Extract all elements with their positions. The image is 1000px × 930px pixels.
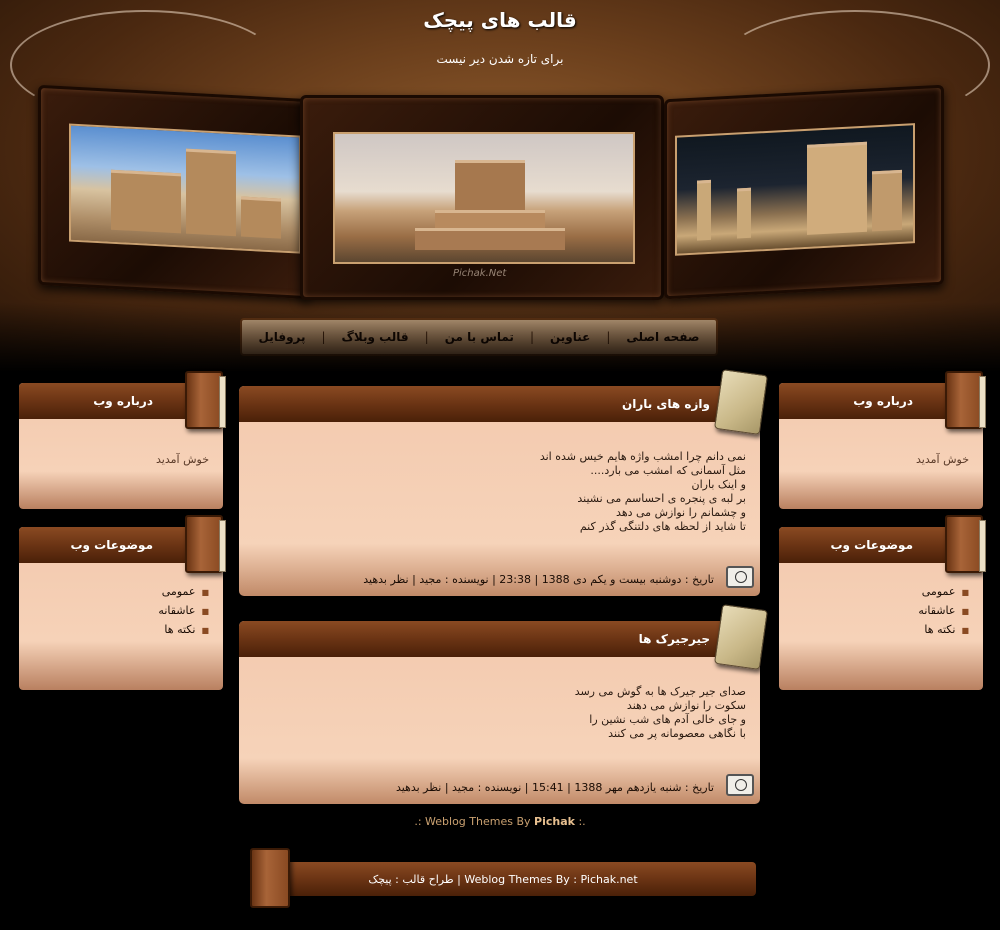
credit-link[interactable]: Pichak — [534, 815, 575, 828]
photo-persepolis — [675, 123, 915, 256]
book-icon — [250, 848, 290, 908]
nav-titles[interactable]: عناوین — [534, 330, 606, 344]
post-content: صدای جیر جیرک ها به گوش می رسد سکوت را ن… — [574, 685, 746, 740]
nav-contact[interactable]: تماس با من — [429, 330, 530, 344]
post-meta: تاریخ : دوشنبه بیست و یکم دی 1388 | 23:3… — [239, 566, 760, 592]
photo-tomb — [333, 132, 635, 264]
right-topics-list: عمومی عاشقانه نکته ها — [779, 563, 983, 664]
book-icon — [185, 515, 226, 573]
site-title[interactable]: قالب های پیچک — [0, 8, 1000, 32]
post-meta: تاریخ : شنبه یازدهم مهر 1388 | 15:41 | ن… — [239, 774, 760, 800]
post-meta-text[interactable]: تاریخ : دوشنبه بیست و یکم دی 1388 | 23:3… — [363, 573, 714, 586]
scroll-icon — [714, 604, 768, 670]
topic-link[interactable]: عاشقانه — [793, 604, 969, 617]
nav-profile[interactable]: پروفایل — [242, 330, 321, 344]
clock-icon — [726, 566, 754, 588]
footer-bar: طراح قالب : پیچک | Weblog Themes By : Pi… — [250, 862, 756, 896]
post-meta-text[interactable]: تاریخ : شنبه یازدهم مهر 1388 | 15:41 | ن… — [396, 781, 714, 794]
topic-link[interactable]: نکته ها — [33, 623, 209, 636]
clock-icon — [726, 774, 754, 796]
book-icon — [945, 371, 986, 429]
right-topics-box: موضوعات وب عمومی عاشقانه نکته ها — [779, 515, 986, 690]
book-icon — [945, 515, 986, 573]
nav-home[interactable]: صفحه اصلی — [610, 330, 715, 344]
topic-link[interactable]: عمومی — [793, 585, 969, 598]
theme-credit: .: Weblog Themes By Pichak :. — [414, 815, 586, 828]
scroll-icon — [714, 369, 768, 435]
topic-link[interactable]: عمومی — [33, 585, 209, 598]
post-title[interactable]: وازه های باران — [239, 386, 760, 422]
post-content: نمی دانم چرا امشب واژه هایم خیس شده اند … — [539, 450, 746, 533]
topic-link[interactable]: نکته ها — [793, 623, 969, 636]
site-description: برای تازه شدن دیر نیست — [436, 52, 564, 66]
watermark: Pichak.Net — [453, 268, 507, 279]
photo-frame-right — [664, 84, 944, 300]
topic-link[interactable]: عاشقانه — [33, 604, 209, 617]
post-title[interactable]: جیرجیرک ها — [239, 621, 760, 657]
right-about-text: خوش آمدید — [916, 453, 969, 466]
nav-templates[interactable]: قالب وبلاگ — [326, 330, 425, 344]
left-about-text: خوش آمدید — [156, 453, 209, 466]
photo-frame-left — [38, 84, 310, 300]
footer-text[interactable]: طراح قالب : پیچک | Weblog Themes By : Pi… — [368, 873, 637, 886]
photo-citadel — [69, 123, 301, 254]
main-nav: صفحه اصلی | عناوین | تماس با من | قالب و… — [240, 318, 718, 356]
post-1: وازه های باران نمی دانم چرا امشب واژه ها… — [239, 369, 768, 596]
left-topics-box: موضوعات وب عمومی عاشقانه نکته ها — [19, 515, 226, 690]
left-about-box: درباره وب خوش آمدید — [19, 371, 226, 509]
book-icon — [185, 371, 226, 429]
left-topics-list: عمومی عاشقانه نکته ها — [19, 563, 223, 664]
site-header: قالب های پیچک برای تازه شدن دیر نیست Pic… — [0, 0, 1000, 372]
right-about-box: درباره وب خوش آمدید — [779, 371, 986, 509]
post-2: جیرجیرک ها صدای جیر جیرک ها به گوش می رس… — [239, 604, 768, 804]
photo-frame-center: Pichak.Net — [300, 95, 664, 300]
